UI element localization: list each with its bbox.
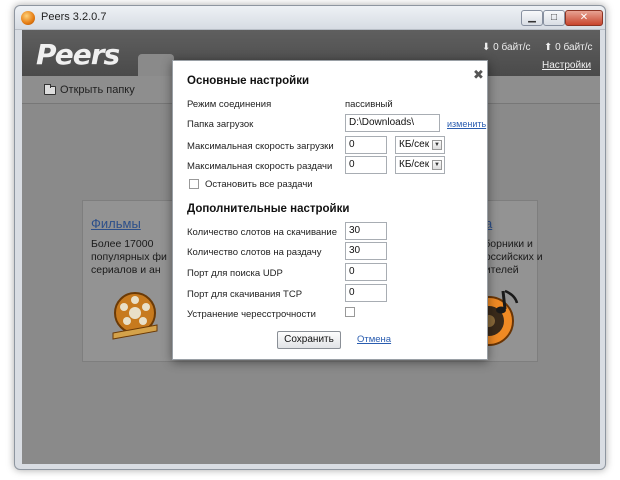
max-download-unit-select[interactable]: КБ/сек ▼ <box>395 136 445 154</box>
max-upload-unit-select[interactable]: КБ/сек ▼ <box>395 156 445 174</box>
download-folder-field[interactable]: D:\Downloads\ <box>345 114 440 132</box>
peers-app-icon <box>21 11 35 25</box>
max-upload-label: Максимальная скорость раздачи <box>187 161 333 172</box>
maximize-button[interactable]: □ <box>543 10 565 26</box>
title-bar[interactable]: Peers 3.2.0.7 ▁ □ ✕ <box>15 6 605 30</box>
upload-speed: ⬆ 0 байт/с <box>544 42 593 53</box>
max-upload-unit-value: КБ/сек <box>399 159 430 170</box>
movies-card-title[interactable]: Фильмы <box>91 216 141 231</box>
download-slots-label: Количество слотов на скачивание <box>187 227 338 238</box>
open-folder-button[interactable]: Открыть папку <box>44 83 135 96</box>
minimize-button[interactable]: ▁ <box>521 10 543 26</box>
change-folder-link[interactable]: изменить <box>447 119 486 129</box>
movies-card-text: Более 17000 популярных фи сериалов и ан <box>91 238 167 276</box>
download-speed: ⬇ 0 байт/с <box>482 42 531 53</box>
window-title: Peers 3.2.0.7 <box>41 11 107 23</box>
open-folder-label: Открыть папку <box>60 84 135 96</box>
settings-link[interactable]: Настройки <box>542 60 591 71</box>
tcp-port-input[interactable]: 0 <box>345 284 387 302</box>
connection-mode-value: пассивный <box>345 99 393 110</box>
download-slots-input[interactable]: 30 <box>345 222 387 240</box>
peers-logo: Peers <box>36 38 120 71</box>
stop-all-checkbox[interactable] <box>189 179 199 189</box>
client-area: Peers ⬇ 0 байт/с ⬆ 0 байт/с Настройки От… <box>22 30 600 464</box>
settings-dialog: ✖ Основные настройки Режим соединения па… <box>172 60 488 360</box>
folder-icon <box>44 83 56 95</box>
upload-slots-label: Количество слотов на раздачу <box>187 247 322 258</box>
dialog-close-icon[interactable]: ✖ <box>473 67 484 83</box>
stop-all-label: Остановить все раздачи <box>205 179 313 190</box>
max-upload-input[interactable]: 0 <box>345 156 387 174</box>
extra-settings-heading: Дополнительные настройки <box>187 203 350 215</box>
upload-speed-value: 0 байт/с <box>555 42 593 53</box>
film-reel-icon <box>112 292 158 340</box>
music-card-text: сборники и российских и нителей <box>479 238 543 276</box>
download-folder-label: Папка загрузок <box>187 119 254 130</box>
max-download-input[interactable]: 0 <box>345 136 387 154</box>
close-window-button[interactable]: ✕ <box>565 10 603 26</box>
interlace-checkbox[interactable] <box>345 307 355 317</box>
upload-slots-input[interactable]: 30 <box>345 242 387 260</box>
chevron-down-icon: ▼ <box>432 160 442 170</box>
max-download-label: Максимальная скорость загрузки <box>187 141 334 152</box>
app-window: Peers 3.2.0.7 ▁ □ ✕ Peers ⬇ 0 байт/с ⬆ 0… <box>14 5 606 470</box>
download-speed-value: 0 байт/с <box>493 42 531 53</box>
max-download-unit-value: КБ/сек <box>399 139 430 150</box>
upload-arrow-icon: ⬆ <box>544 42 553 53</box>
save-button[interactable]: Сохранить <box>277 331 341 349</box>
connection-mode-label: Режим соединения <box>187 99 272 110</box>
chevron-down-icon: ▼ <box>432 140 442 150</box>
download-arrow-icon: ⬇ <box>482 42 491 53</box>
udp-port-label: Порт для поиска UDP <box>187 268 283 279</box>
cancel-link[interactable]: Отмена <box>357 334 391 345</box>
udp-port-input[interactable]: 0 <box>345 263 387 281</box>
tcp-port-label: Порт для скачивания TCP <box>187 289 303 300</box>
active-tab[interactable] <box>138 54 174 76</box>
main-settings-heading: Основные настройки <box>187 75 310 87</box>
interlace-label: Устранение чересстрочности <box>187 309 316 320</box>
